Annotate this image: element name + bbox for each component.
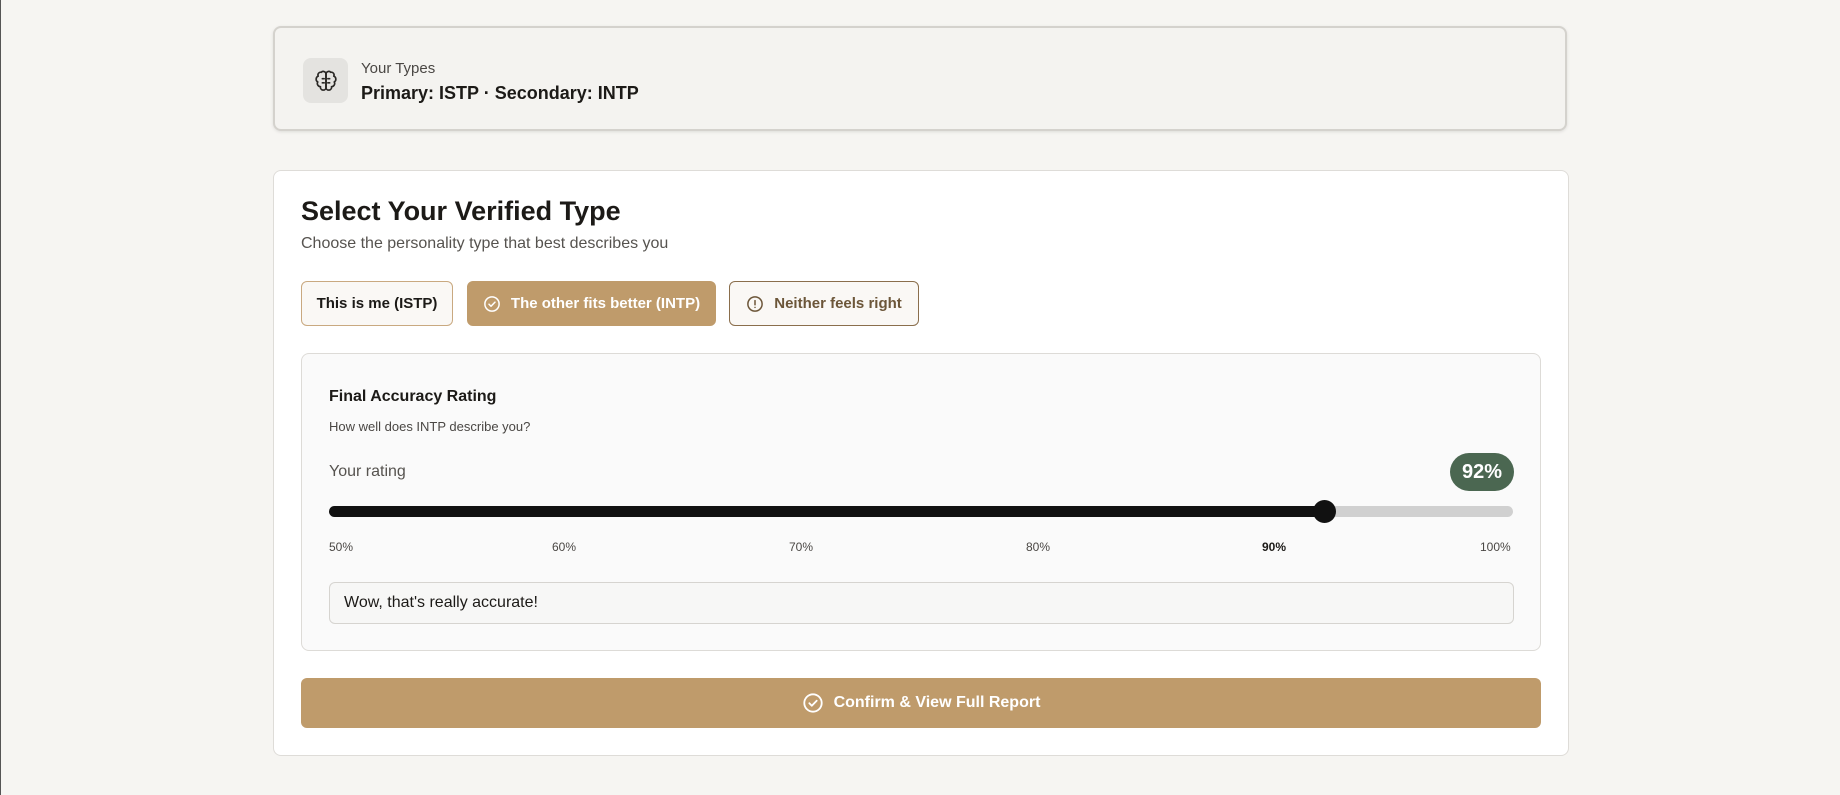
verified-type-card: Select Your Verified Type Choose the per… (273, 170, 1569, 756)
confirm-view-report-button[interactable]: Confirm & View Full Report (301, 678, 1541, 728)
alert-circle-icon (746, 295, 764, 313)
slider-tick-label: 80% (1026, 540, 1051, 554)
rating-slider[interactable] (329, 499, 1513, 523)
slider-tick-label: 50% (329, 540, 354, 554)
types-value: Primary: ISTP · Secondary: INTP (361, 83, 639, 103)
choice-label: This is me (ISTP) (316, 295, 438, 312)
accuracy-rating-panel: Final Accuracy Rating How well does INTP… (301, 353, 1541, 651)
rating-value-badge: 92% (1449, 453, 1514, 491)
slider-tick-label: 60% (552, 540, 577, 554)
rating-feedback-field: Wow, that's really accurate! (329, 582, 1514, 624)
your-types-card: Your Types Primary: ISTP · Secondary: IN… (273, 26, 1567, 131)
slider-tick-label: 70% (789, 540, 814, 554)
rating-title: Final Accuracy Rating (329, 388, 497, 405)
choice-label: The other fits better (INTP) (510, 295, 701, 312)
page-title: Select Your Verified Type (301, 196, 621, 226)
rating-question: How well does INTP describe you? (329, 419, 531, 434)
slider-thumb[interactable] (1313, 500, 1336, 523)
check-circle-icon (483, 295, 501, 313)
check-circle-icon (802, 692, 824, 714)
types-label: Your Types (361, 60, 436, 77)
slider-fill (329, 506, 1324, 517)
this-is-me-button[interactable]: This is me (ISTP) (301, 281, 453, 326)
confirm-button-label: Confirm & View Full Report (833, 694, 1041, 711)
slider-tick-label-active: 90% (1262, 540, 1287, 554)
other-fits-better-button[interactable]: The other fits better (INTP) (467, 281, 716, 326)
choice-label: Neither feels right (774, 295, 902, 312)
page-subtitle: Choose the personality type that best de… (301, 235, 669, 252)
your-rating-label: Your rating (329, 463, 406, 480)
neither-feels-right-button[interactable]: Neither feels right (729, 281, 919, 326)
brain-icon (303, 58, 348, 103)
slider-tick-label: 100% (1480, 540, 1511, 554)
